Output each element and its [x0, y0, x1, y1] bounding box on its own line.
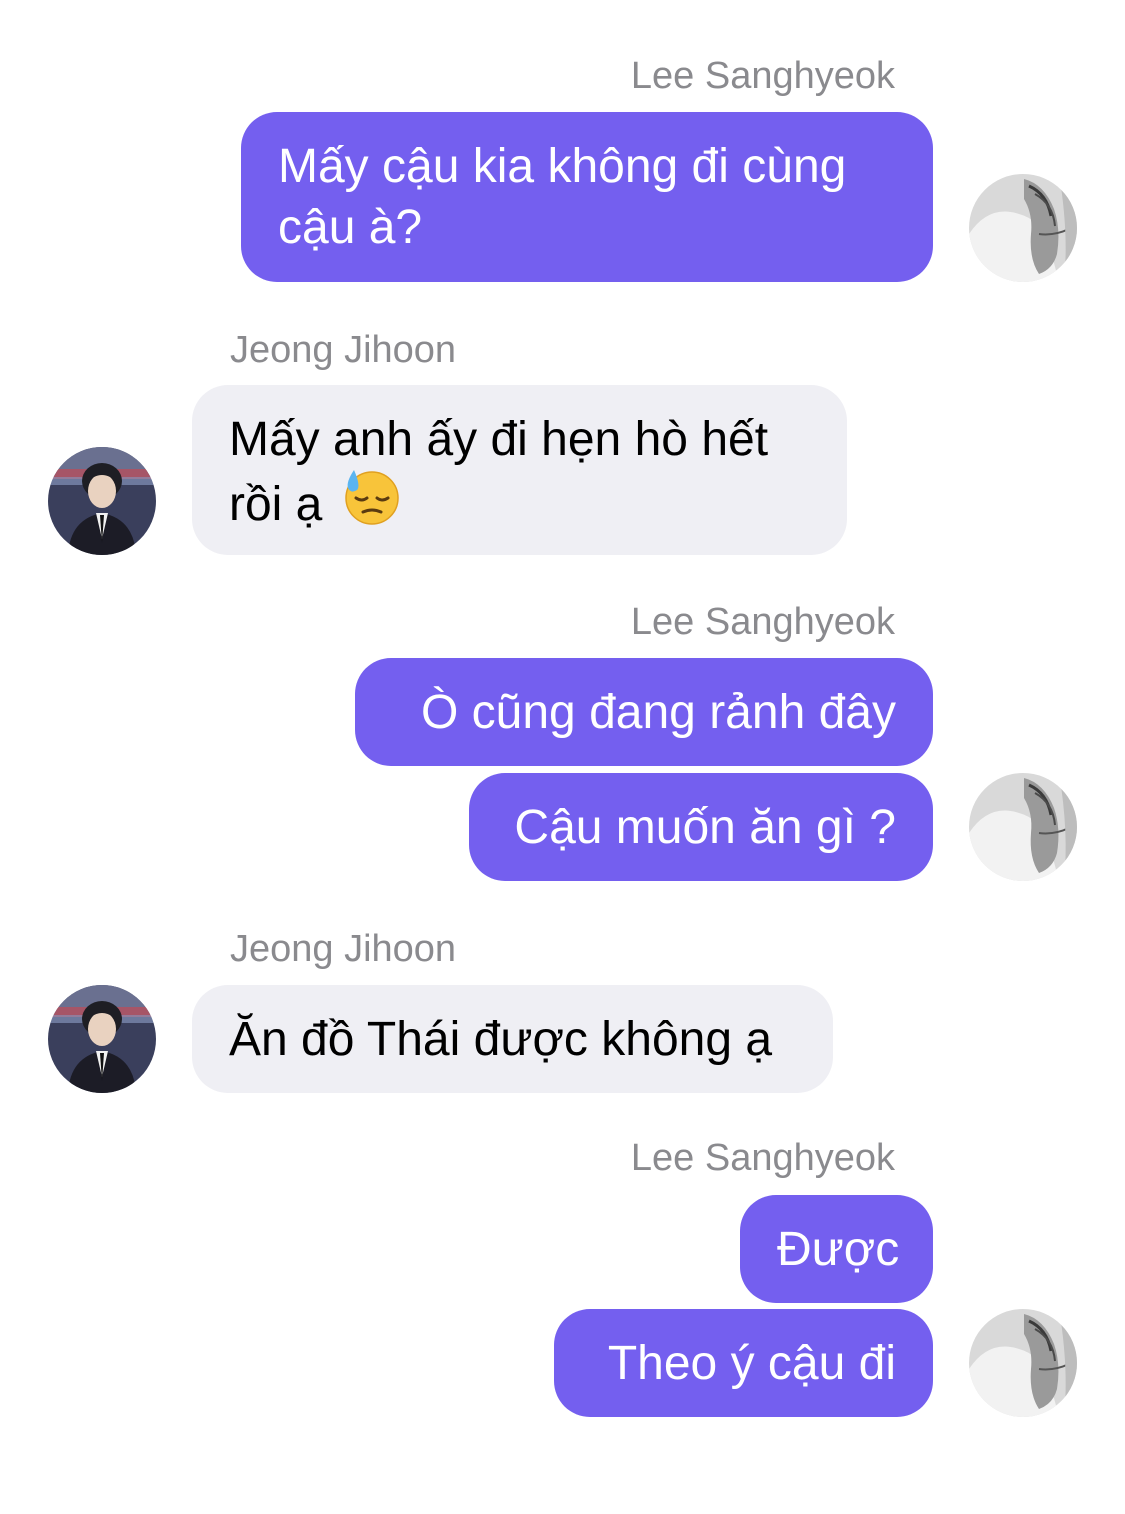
sender-name-jeong: Jeong Jihoon: [230, 329, 457, 371]
message-bubble-incoming[interactable]: Mấy anh ấy đi hẹn hò hết rồi ạ: [192, 385, 847, 555]
message-bubble-outgoing[interactable]: Ò cũng đang rảnh đây: [355, 658, 933, 766]
message-bubble-outgoing[interactable]: Cậu muốn ăn gì ?: [469, 773, 933, 881]
message-text: cậu à?: [278, 201, 423, 254]
downcast-face-with-sweat-emoji: [342, 466, 402, 541]
jeong-avatar[interactable]: [48, 447, 156, 555]
message-text: Mấy anh ấy đi hẹn hò hết: [229, 413, 769, 466]
message-bubble-incoming[interactable]: Ăn đồ Thái được không ạ: [192, 985, 833, 1093]
sender-name-lee: Lee Sanghyeok: [630, 55, 895, 97]
message-text: Theo ý cậu đi: [607, 1337, 896, 1390]
message-text: rồi ạ: [229, 478, 323, 532]
sender-name-jeong: Jeong Jihoon: [230, 928, 457, 970]
message-text: Cậu muốn ăn gì ?: [514, 801, 896, 854]
lee-avatar[interactable]: [969, 174, 1077, 282]
sender-name-lee: Lee Sanghyeok: [630, 1137, 895, 1179]
message-text: Mấy cậu kia không đi cùng: [278, 140, 847, 193]
message-bubble-outgoing[interactable]: Mấy cậu kia không đi cùng cậu à?: [241, 112, 933, 282]
sender-name-lee: Lee Sanghyeok: [630, 601, 895, 643]
lee-avatar[interactable]: [969, 773, 1077, 881]
lee-avatar[interactable]: [969, 1309, 1077, 1417]
message-text: Được: [777, 1223, 900, 1276]
message-text: Ăn đồ Thái được không ạ: [229, 1013, 773, 1066]
message-text: Ò cũng đang rảnh đây: [420, 686, 896, 739]
message-bubble-outgoing[interactable]: Theo ý cậu đi: [554, 1309, 933, 1417]
jeong-avatar[interactable]: [48, 985, 156, 1093]
message-bubble-outgoing[interactable]: Được: [740, 1195, 933, 1303]
